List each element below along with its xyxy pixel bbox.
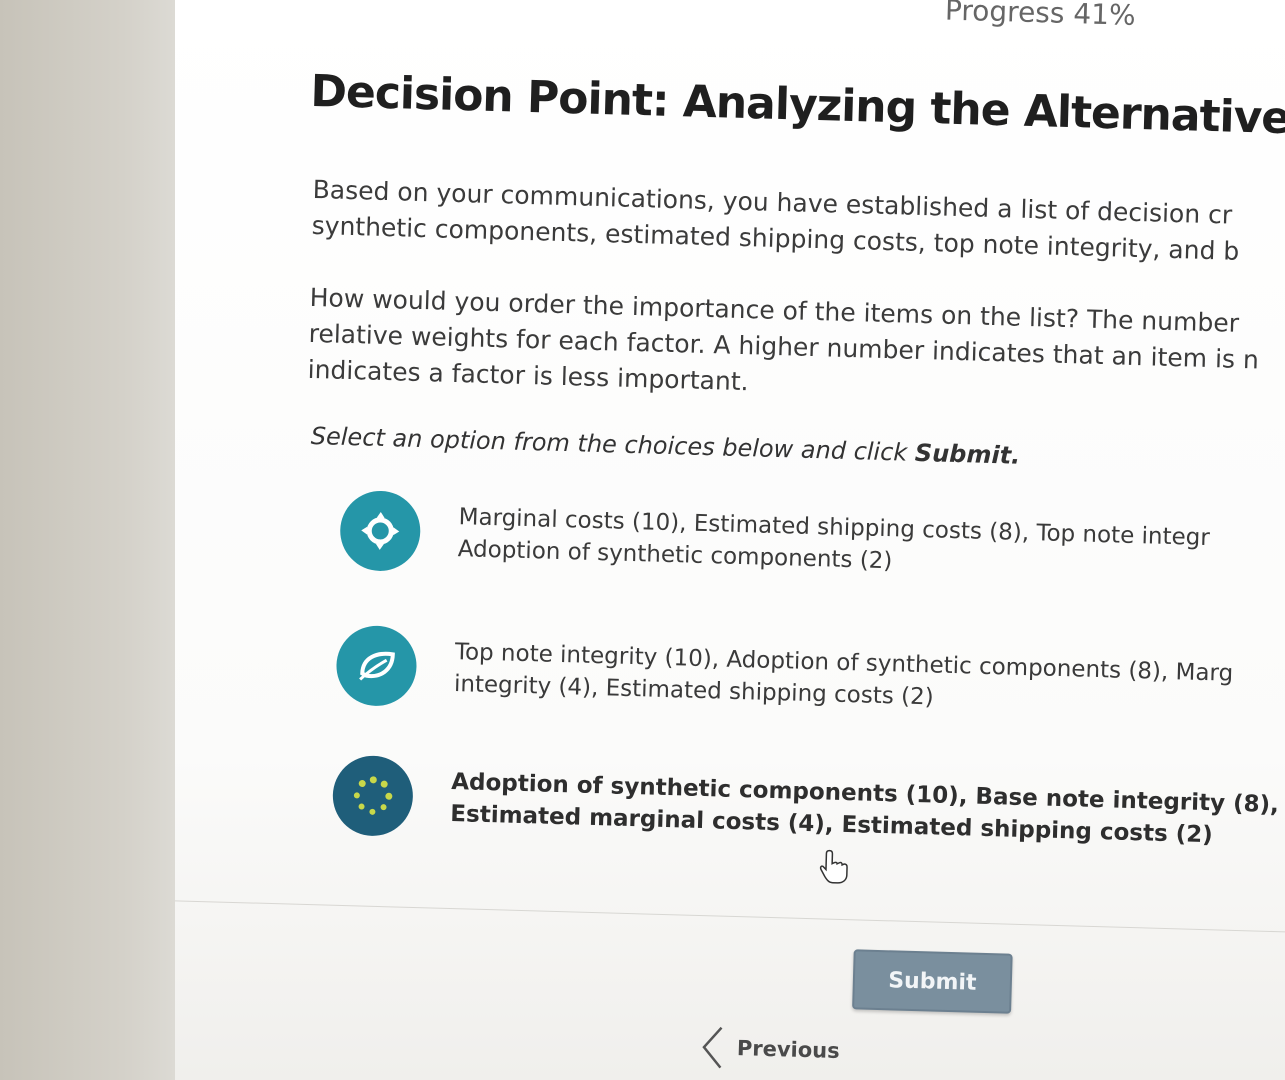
question-paragraph: How would you order the importance of th… [307,280,1285,418]
hand-cursor-icon [819,849,848,884]
option-3-badge[interactable] [331,754,414,837]
instruction-text: Select an option from the choices below … [310,422,1020,470]
option-2-badge[interactable] [335,624,418,707]
intro-paragraph: Based on your communications, you have e… [311,172,1285,274]
leaf-icon [359,651,395,681]
option-3-text[interactable]: Adoption of synthetic components (10), B… [450,766,1285,857]
crosshair-icon [361,511,400,550]
option-1[interactable]: Marginal costs (10), Estimated shipping … [339,489,1285,611]
option-1-text[interactable]: Marginal costs (10), Estimated shipping … [457,501,1285,592]
previous-label: Previous [736,1036,841,1063]
screen: Progress 41% Decision Point: Analyzing t… [175,0,1285,1080]
content-area: Progress 41% Decision Point: Analyzing t… [175,0,1285,1080]
monitor-bezel [0,0,175,1080]
submit-button[interactable]: Submit [852,949,1013,1014]
option-3[interactable]: Adoption of synthetic components (10), B… [331,754,1285,876]
progress-label: Progress 41% [944,0,1137,32]
previous-button[interactable]: Previous [700,1025,840,1073]
instruction-prefix: Select an option from the choices below … [310,421,916,467]
option-2[interactable]: Top note integrity (10), Adoption of syn… [335,624,1285,746]
chevron-left-icon [702,1026,723,1069]
footer-divider [175,897,1285,941]
instruction-emphasis: Submit. [914,438,1021,470]
option-2-text[interactable]: Top note integrity (10), Adoption of syn… [454,636,1285,727]
dotted-circle-icon [353,776,393,815]
option-1-badge[interactable] [339,489,422,573]
page-title: Decision Point: Analyzing the Alternativ… [309,65,1285,145]
